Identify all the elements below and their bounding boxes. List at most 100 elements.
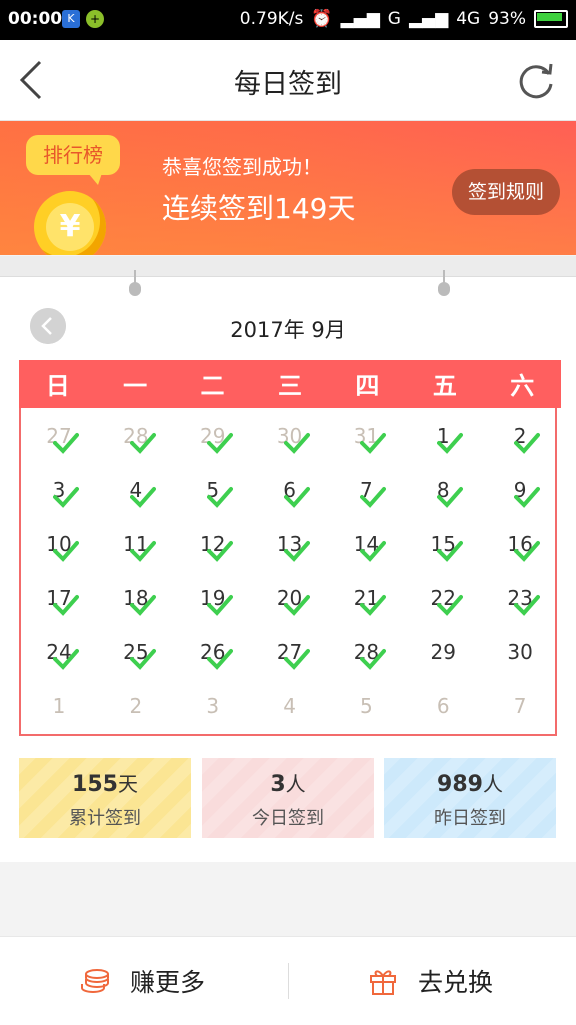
calendar-strip <box>0 256 576 277</box>
calendar-day[interactable]: 27 <box>21 410 98 464</box>
calendar-day[interactable]: 10 <box>21 518 98 572</box>
calendar-day[interactable]: 1 <box>21 680 98 734</box>
coins-stack-icon <box>81 969 109 993</box>
refresh-icon[interactable] <box>516 60 556 100</box>
status-right: 0.79K/s ⏰ ▂▄▆ G ▂▄▆ 4G 93% <box>240 9 568 29</box>
calendar-day[interactable]: 29 <box>175 410 252 464</box>
stat-card: 989人昨日签到 <box>384 758 556 838</box>
signed-check-icon <box>283 541 310 562</box>
signed-check-icon <box>129 487 156 508</box>
exchange-label: 去兑换 <box>418 968 494 997</box>
calendar-day[interactable]: 21 <box>328 572 405 626</box>
calendar-day[interactable]: 31 <box>328 410 405 464</box>
exchange-button[interactable]: 去兑换 <box>368 937 493 1025</box>
calendar-day[interactable]: 19 <box>175 572 252 626</box>
earn-more-button[interactable]: 赚更多 <box>80 937 205 1025</box>
calendar-day[interactable]: 26 <box>175 626 252 680</box>
weekday-label: 三 <box>277 372 302 400</box>
signed-check-icon <box>514 487 541 508</box>
battery-percent: 93% <box>488 9 526 29</box>
calendar-day[interactable]: 25 <box>98 626 175 680</box>
calendar-day[interactable]: 22 <box>405 572 482 626</box>
weekday-label: 五 <box>432 372 457 400</box>
day-number: 4 <box>283 694 296 718</box>
page-title: 每日签到 <box>234 69 342 100</box>
gift-icon <box>370 970 396 995</box>
stat-value: 3人 <box>202 768 374 797</box>
signed-check-icon <box>437 595 464 616</box>
calendar-day[interactable]: 3 <box>21 464 98 518</box>
signed-check-icon <box>514 433 541 454</box>
calendar-day[interactable]: 6 <box>252 464 329 518</box>
signin-banner: 排行榜 ¥ 恭喜您签到成功！ 连续签到149天 签到规则 <box>0 121 576 255</box>
calendar-day[interactable]: 7 <box>328 464 405 518</box>
stat-number: 155 <box>72 772 118 797</box>
calendar-day[interactable]: 23 <box>482 572 559 626</box>
signed-check-icon <box>206 649 233 670</box>
signed-check-icon <box>206 433 233 454</box>
battery-icon <box>534 10 568 28</box>
calendar-day[interactable]: 28 <box>328 626 405 680</box>
signed-check-icon <box>360 541 387 562</box>
bottom-action-bar: 赚更多 去兑换 <box>0 936 576 1025</box>
calendar-day[interactable]: 24 <box>21 626 98 680</box>
stat-label: 今日签到 <box>252 808 324 829</box>
calendar-day[interactable]: 20 <box>252 572 329 626</box>
calendar-day[interactable]: 29 <box>405 626 482 680</box>
calendar-day[interactable]: 28 <box>98 410 175 464</box>
yuan-symbol: ¥ <box>46 203 94 251</box>
day-number: 7 <box>513 694 527 718</box>
app-notification-icon: K <box>62 10 80 28</box>
signed-check-icon <box>206 541 233 562</box>
signed-check-icon <box>360 433 387 454</box>
calendar-day[interactable]: 5 <box>175 464 252 518</box>
calendar-day[interactable]: 7 <box>482 680 559 734</box>
bottom-divider <box>288 963 289 999</box>
signed-check-icon <box>437 487 464 508</box>
leaderboard-button[interactable]: 排行榜 <box>26 135 120 185</box>
calendar-day[interactable]: 14 <box>328 518 405 572</box>
day-number: 6 <box>436 694 450 718</box>
calendar-day[interactable]: 4 <box>252 680 329 734</box>
stat-label: 昨日签到 <box>434 808 506 829</box>
stat-unit: 人 <box>482 772 503 796</box>
signed-check-icon <box>283 433 310 454</box>
calendar-day[interactable]: 15 <box>405 518 482 572</box>
signed-check-icon <box>129 433 156 454</box>
day-number: 30 <box>507 640 533 664</box>
calendar-day[interactable]: 30 <box>482 626 559 680</box>
calendar-day[interactable]: 17 <box>21 572 98 626</box>
calendar-day[interactable]: 8 <box>405 464 482 518</box>
signed-check-icon <box>129 595 156 616</box>
calendar-day[interactable]: 2 <box>482 410 559 464</box>
calendar-ring <box>438 270 450 296</box>
signed-check-icon <box>283 487 310 508</box>
calendar-day[interactable]: 11 <box>98 518 175 572</box>
calendar-day[interactable]: 12 <box>175 518 252 572</box>
day-number: 1 <box>52 694 66 718</box>
app-notification-icon-2: + <box>86 10 104 28</box>
signal-icon-2: ▂▄▆ <box>408 9 449 29</box>
weekday-label: 六 <box>510 372 535 400</box>
calendar-day[interactable]: 30 <box>252 410 329 464</box>
calendar-day[interactable]: 6 <box>405 680 482 734</box>
calendar-day[interactable]: 3 <box>175 680 252 734</box>
earn-more-label: 赚更多 <box>130 968 206 997</box>
signed-check-icon <box>360 595 387 616</box>
stat-label: 累计签到 <box>69 808 141 829</box>
calendar-day[interactable]: 4 <box>98 464 175 518</box>
calendar-day[interactable]: 13 <box>252 518 329 572</box>
calendar-day[interactable]: 5 <box>328 680 405 734</box>
signed-check-icon <box>53 487 79 508</box>
calendar-day[interactable]: 16 <box>482 518 559 572</box>
signin-rules-button[interactable]: 签到规则 <box>452 169 560 215</box>
calendar-ring <box>129 270 141 296</box>
calendar-day[interactable]: 2 <box>98 680 175 734</box>
calendar-day[interactable]: 1 <box>405 410 482 464</box>
signed-check-icon <box>206 487 233 508</box>
stat-value: 989人 <box>384 768 556 797</box>
calendar-day[interactable]: 9 <box>482 464 559 518</box>
calendar-day[interactable]: 27 <box>252 626 329 680</box>
calendar-day[interactable]: 18 <box>98 572 175 626</box>
signed-check-icon <box>360 649 387 670</box>
